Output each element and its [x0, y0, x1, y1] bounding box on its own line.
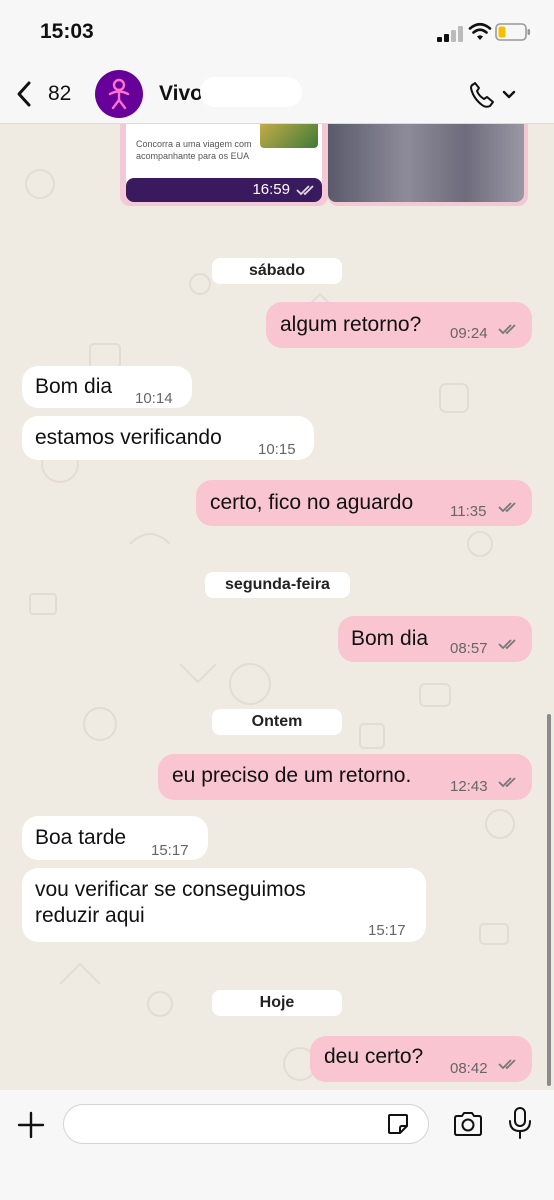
message-time: 15:17: [368, 922, 406, 939]
double-check-icon: [296, 185, 314, 196]
message-text: algum retorno?: [280, 313, 422, 336]
unread-count: 82: [48, 82, 72, 105]
microphone-icon[interactable]: [508, 1106, 532, 1140]
incoming-message[interactable]: estamos verificando 10:15: [22, 416, 314, 460]
outgoing-message[interactable]: certo, fico no aguardo 11:35: [196, 480, 532, 526]
promo-card-text: Concorra a uma viagem com acompanhante p…: [136, 139, 252, 161]
date-separator: sábado: [212, 258, 342, 284]
date-label: sábado: [248, 262, 305, 279]
message-time: 10:14: [135, 390, 173, 407]
message-time: 15:17: [151, 842, 189, 859]
incoming-message[interactable]: Boa tarde 15:17: [22, 816, 208, 860]
double-check-icon: [498, 777, 516, 788]
message-text: Bom dia: [351, 627, 429, 650]
media-message[interactable]: Concorra a uma viagem com acompanhante p…: [120, 124, 328, 206]
date-label: Ontem: [251, 713, 303, 730]
date-label: Hoje: [259, 994, 295, 1011]
message-text: estamos verificando: [35, 426, 222, 449]
double-check-icon: [498, 1059, 516, 1070]
plus-icon[interactable]: [16, 1110, 46, 1140]
message-text: Bom dia: [35, 375, 113, 398]
message-time: 16:59: [252, 181, 290, 198]
status-bar: 15:03: [0, 0, 554, 64]
incoming-message[interactable]: Bom dia 10:14: [22, 366, 192, 408]
message-text: deu certo?: [324, 1045, 424, 1068]
scrollbar[interactable]: [547, 714, 551, 1086]
message-time: 09:24: [450, 325, 488, 342]
wifi-icon: [468, 22, 492, 40]
promo-image: [260, 124, 318, 148]
chevron-left-icon: [17, 81, 31, 107]
double-check-icon: [498, 502, 516, 513]
message-text: eu preciso de um retorno.: [172, 764, 412, 787]
redacted-area: [200, 77, 302, 107]
double-check-icon: [498, 324, 516, 335]
message-time: 08:57: [450, 640, 488, 657]
outgoing-message[interactable]: eu preciso de um retorno. 12:43: [158, 754, 532, 800]
cellular-signal-icon: [437, 26, 463, 42]
message-composer: [0, 1090, 554, 1200]
date-separator: Hoje: [212, 990, 342, 1016]
message-time: 08:42: [450, 1060, 488, 1077]
contact-name[interactable]: Vivo: [159, 82, 203, 106]
date-separator: Ontem: [212, 709, 342, 735]
chat-area[interactable]: Concorra a uma viagem com acompanhante p…: [0, 124, 554, 1090]
sticker-icon[interactable]: [386, 1112, 410, 1136]
status-time: 15:03: [40, 20, 94, 43]
outgoing-message[interactable]: algum retorno? 09:24: [266, 302, 532, 348]
message-text: vou verificar se conseguimos reduzir aqu…: [35, 878, 306, 927]
double-check-icon: [498, 639, 516, 650]
call-button[interactable]: [468, 80, 520, 110]
blurred-image: [328, 124, 524, 202]
camera-icon[interactable]: [452, 1110, 484, 1138]
message-time: 10:15: [258, 441, 296, 458]
message-text: Boa tarde: [35, 826, 127, 849]
date-separator: segunda-feira: [205, 572, 350, 598]
message-text: certo, fico no aguardo: [210, 491, 414, 514]
outgoing-message[interactable]: Bom dia 08:57: [338, 616, 532, 662]
incoming-message[interactable]: vou verificar se conseguimos reduzir aqu…: [22, 868, 426, 942]
chat-header: 82 Vivo: [0, 64, 554, 124]
outgoing-message[interactable]: deu certo? 08:42: [310, 1036, 532, 1082]
message-input[interactable]: [63, 1104, 429, 1144]
promo-button-bar: [126, 178, 322, 202]
back-button[interactable]: 82: [14, 78, 71, 110]
avatar[interactable]: [95, 70, 143, 118]
vivo-logo-icon: [108, 78, 130, 110]
date-label: segunda-feira: [225, 576, 330, 593]
promo-card: Concorra a uma viagem com acompanhante p…: [126, 124, 322, 202]
battery-low-icon: [495, 23, 530, 41]
message-time: 12:43: [450, 778, 488, 795]
message-time: 11:35: [450, 503, 487, 520]
media-message[interactable]: [328, 124, 528, 206]
